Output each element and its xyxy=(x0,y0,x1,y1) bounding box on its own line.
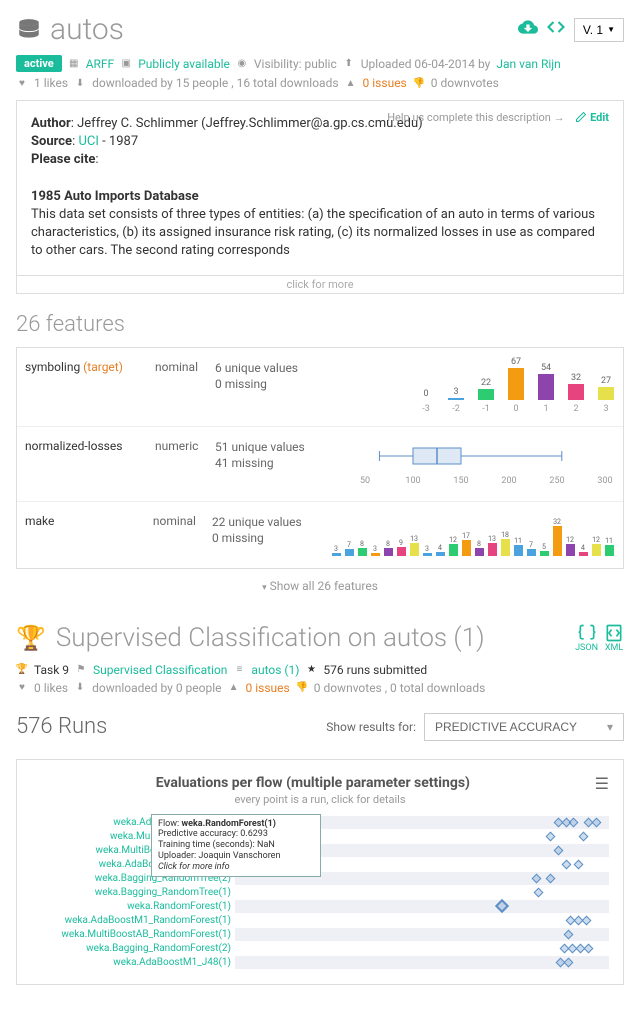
svg-text:50: 50 xyxy=(360,476,370,486)
dataset-title: autos xyxy=(50,12,124,47)
meta-row-2: ♥ 1 likes ⬇ downloaded by 15 people , 16 t… xyxy=(16,76,624,90)
source-link[interactable]: UCI xyxy=(78,134,98,149)
flow-link[interactable]: weka.AdaBoostM1_J48(1) xyxy=(113,957,231,968)
heart-icon: ♥ xyxy=(16,682,28,694)
task-meta-2: ♥0 likes ⬇downloaded by 0 people ▲0 issu… xyxy=(16,681,624,695)
flag-icon: ⚑ xyxy=(75,664,87,676)
evaluations-card: Evaluations per flow (multiple parameter… xyxy=(16,759,624,985)
database-icon xyxy=(16,17,42,43)
warning-icon: ▲ xyxy=(345,77,357,89)
make-bar-chart: 37838913341217813181175321241211 xyxy=(330,514,615,556)
feature-row: symboling (target) nominal 6 unique valu… xyxy=(17,348,623,427)
database-small-icon: ≡ xyxy=(233,664,245,676)
svg-text:150: 150 xyxy=(453,476,468,486)
run-point[interactable] xyxy=(574,859,584,869)
run-point[interactable] xyxy=(592,817,602,827)
uploaded-label: Uploaded 06-04-2014 by xyxy=(361,57,491,71)
svg-text:300: 300 xyxy=(597,476,612,486)
trophy-small-icon: 🏆 xyxy=(16,664,28,676)
feature-row: make nominal 22 unique values0 missing 3… xyxy=(17,502,623,568)
run-point[interactable] xyxy=(562,859,572,869)
trophy-icon: 🏆 xyxy=(16,624,46,652)
edit-button[interactable]: Edit xyxy=(575,111,609,124)
run-point[interactable] xyxy=(554,845,564,855)
json-icon[interactable]: JSON xyxy=(575,623,598,653)
download-count: downloaded by 15 people , 16 total downl… xyxy=(92,76,338,90)
visibility-label: Visibility: public xyxy=(254,57,337,71)
show-all-features-button[interactable]: ▾ Show all 26 features xyxy=(16,569,624,603)
flow-link[interactable]: weka.RandomForest(1) xyxy=(127,901,231,912)
run-point[interactable] xyxy=(532,873,542,883)
table-icon: ▦ xyxy=(68,58,80,70)
run-point[interactable] xyxy=(579,831,589,841)
version-dropdown[interactable]: V. 1▼ xyxy=(574,18,624,42)
page-header: autos V. 1▼ xyxy=(16,12,624,47)
runs-title: 576 Runs xyxy=(16,714,107,739)
run-point[interactable] xyxy=(495,898,509,912)
thumbs-down-icon: 👎 xyxy=(296,682,308,694)
flow-rows[interactable]: Flow: weka.RandomForest(1) Predictive ac… xyxy=(235,816,609,970)
features-card: symboling (target) nominal 6 unique valu… xyxy=(16,347,624,569)
run-point[interactable] xyxy=(534,887,544,897)
xml-icon[interactable]: XML xyxy=(604,623,624,653)
metric-select[interactable]: PREDICTIVE ACCURACY xyxy=(424,713,624,741)
heart-icon: ♥ xyxy=(16,77,28,89)
svg-text:200: 200 xyxy=(501,476,516,486)
flow-link[interactable]: weka.Bagging_RandomTree(1) xyxy=(95,887,231,898)
download-small-icon: ⬇ xyxy=(74,77,86,89)
issues-count: 0 issues xyxy=(363,76,407,90)
flow-link[interactable]: weka.AdaBoostM1_RandomForest(1) xyxy=(65,915,231,926)
eval-title: Evaluations per flow (multiple parameter… xyxy=(31,775,595,791)
show-results-label: Show results for: xyxy=(326,720,416,734)
status-badge: active xyxy=(16,55,62,72)
flow-link[interactable]: weka.Bagging_RandomForest(2) xyxy=(86,943,231,954)
eval-subtitle: every point is a run, click for details xyxy=(31,793,609,806)
svg-text:100: 100 xyxy=(405,476,420,486)
uploader-link[interactable]: Jan van Rijn xyxy=(496,57,560,71)
symboling-bar-chart: 032267543227 xyxy=(417,360,615,400)
star-icon: ★ xyxy=(305,664,317,676)
likes-count: 1 likes xyxy=(34,76,68,90)
globe-icon: ▣ xyxy=(120,58,132,70)
run-point[interactable] xyxy=(546,873,556,883)
click-for-more-button[interactable]: click for more xyxy=(16,276,624,294)
run-point[interactable] xyxy=(564,929,574,939)
boxplot-chart: 50 100 150 200 250 300 xyxy=(355,439,615,489)
run-point[interactable] xyxy=(582,915,592,925)
features-heading: 26 features xyxy=(16,312,624,337)
run-point[interactable] xyxy=(546,831,556,841)
task-header: 🏆 Supervised Classification on autos (1)… xyxy=(16,623,624,653)
run-point[interactable] xyxy=(584,943,594,953)
meta-row-1: active ▦ ARFF ▣ Publicly available ◉ Visibi… xyxy=(16,55,624,72)
chart-menu-icon[interactable]: ☰ xyxy=(595,774,609,793)
help-complete-label: Help us complete this description → xyxy=(387,111,564,124)
task-title: Supervised Classification on autos (1) xyxy=(56,623,485,653)
format-label: ARFF xyxy=(86,57,115,71)
availability-link[interactable]: Publicly available xyxy=(138,57,230,71)
thumbs-down-icon: 👎 xyxy=(413,77,425,89)
code-icon[interactable] xyxy=(546,17,566,42)
chart-tooltip[interactable]: Flow: weka.RandomForest(1) Predictive ac… xyxy=(151,814,321,878)
task-meta-1: 🏆Task 9 ⚑Supervised Classification ≡auto… xyxy=(16,663,624,677)
download-small-icon: ⬇ xyxy=(74,682,86,694)
flow-link[interactable]: weka.MultiBoostAB_RandomForest(1) xyxy=(61,929,231,940)
task-type-link[interactable]: Supervised Classification xyxy=(93,663,227,677)
feature-row: normalized-losses numeric 51 unique valu… xyxy=(17,427,623,502)
eye-icon: ◉ xyxy=(236,58,248,70)
task-dataset-link[interactable]: autos (1) xyxy=(251,663,299,677)
description-card: Help us complete this description → Edit… xyxy=(16,100,624,276)
run-point[interactable] xyxy=(564,957,574,967)
downvotes-count: 0 downvotes xyxy=(431,76,499,90)
download-icon[interactable] xyxy=(518,17,538,42)
run-point[interactable] xyxy=(569,817,579,827)
warning-icon: ▲ xyxy=(228,682,240,694)
upload-icon: ⬆ xyxy=(343,58,355,70)
svg-text:250: 250 xyxy=(549,476,564,486)
